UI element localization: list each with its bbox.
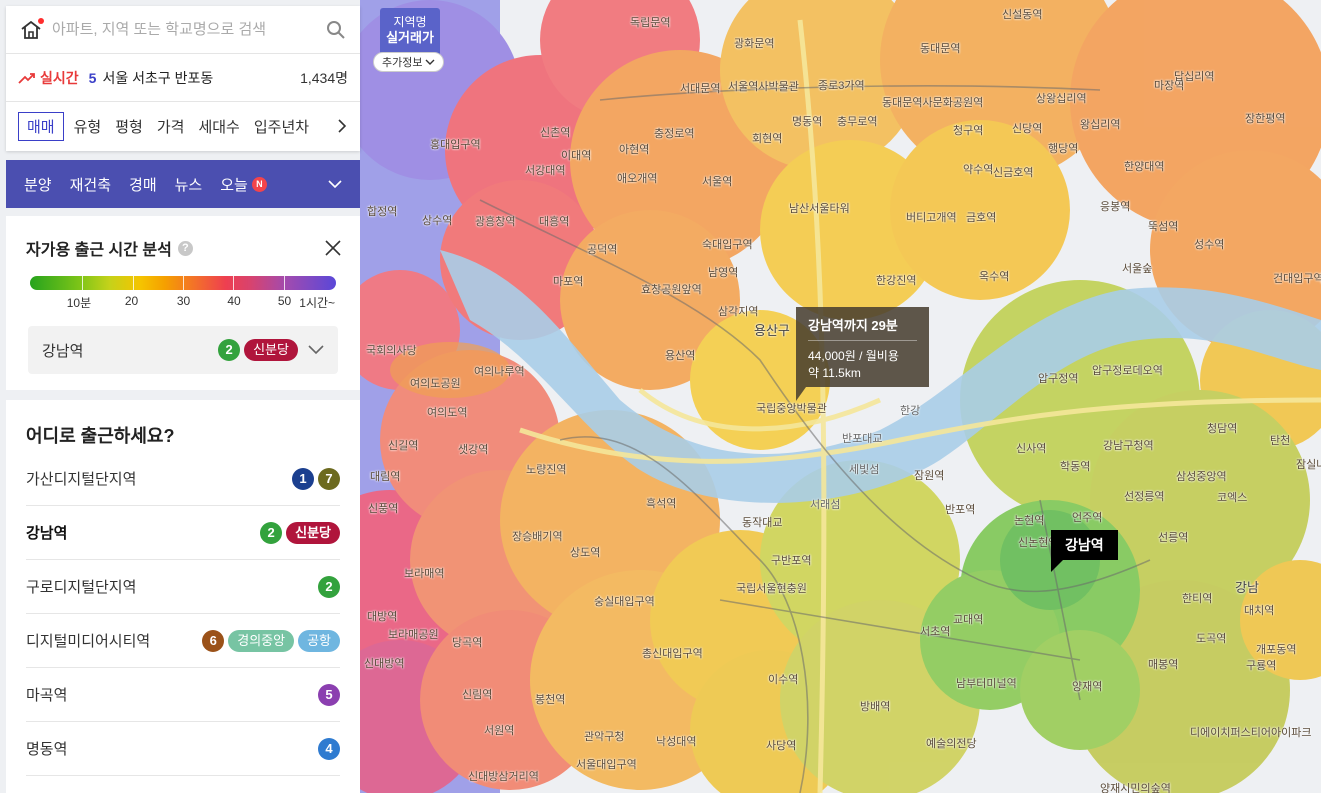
tooltip-distance: 약 11.5km [808,366,861,380]
station-selector[interactable]: 강남역 2 신분당 [28,326,338,374]
nav-today-label: 오늘 [220,176,248,194]
destination-station-marker[interactable]: 강남역 [1051,530,1118,560]
station-marker-pointer [1051,560,1063,572]
filter-households[interactable]: 세대수 [198,116,239,137]
filter-move-in-year[interactable]: 입주년차 [254,116,309,137]
destination-name: 가산디지털단지역 [26,471,137,488]
home-icon[interactable] [20,17,44,41]
scale-label: 10분 [66,296,92,310]
line-tag: 경의중앙 [228,629,295,652]
destination-item[interactable]: 마곡역 5 [26,668,340,722]
realtime-label: 실시간 [40,69,79,86]
destination-item[interactable]: 구로디지털단지역 2 [26,560,340,614]
destination-name: 구로디지털단지역 [26,579,137,596]
price-toggle-line2: 실거래가 [386,30,434,45]
line-badges: 4 [314,737,340,760]
sinbundang-line-tag: 신분당 [244,339,298,361]
search-icon[interactable] [326,20,346,40]
nav-presale[interactable]: 분양 [24,174,52,195]
chevron-down-icon[interactable] [328,179,342,189]
line-badges: 6 경의중앙 공항 [198,629,340,652]
nav-today[interactable]: 오늘 N [220,174,267,195]
destination-item[interactable]: 디지털미디어시티역 6 경의중앙 공항 [26,614,340,668]
destination-panel: 어디로 출근하세요? 가산디지털단지역 1 7 강남역 2 신분당 구로디지털단지역 2 디지털… [6,400,360,793]
line-badge: 7 [318,467,340,490]
category-nav: 분양 재건축 경매 뉴스 오늘 N [6,160,360,208]
line-badges: 5 [314,683,340,706]
commute-time-scale [30,276,336,290]
line-badges: 2 신분당 [256,521,340,544]
tooltip-pointer [796,387,806,401]
filter-type[interactable]: 유형 [74,116,102,137]
line-badges: 17 [288,467,340,490]
destination-name: 디지털미디어시티역 [26,633,151,650]
line-badge: 2 [318,575,340,598]
nav-auction[interactable]: 경매 [129,174,157,195]
notification-dot [38,17,44,24]
realtime-rank: 5 [88,69,97,86]
line-badge: 2 [260,521,283,544]
line-badge: 4 [318,737,340,760]
search-input[interactable] [52,21,326,38]
tooltip-cost: 44,000원 / 월비용 [808,349,899,363]
destination-name: 강남역 [26,525,68,542]
yeouido-island [390,342,510,398]
destination-item[interactable]: 명동역 4 [26,722,340,776]
close-icon[interactable] [324,239,342,257]
price-toggle-line1: 지역명 [393,15,427,29]
line-badge: 5 [318,683,340,706]
realtime-count: 1,434명 [300,69,348,86]
destination-list: 가산디지털단지역 1 7 강남역 2 신분당 구로디지털단지역 2 디지털미디어시티역 6 경의중앙… [26,452,340,776]
scale-labels: 10분 20 30 40 50 1시간~ [30,294,336,310]
extra-info-label: 추가정보 [382,57,423,69]
filter-bar: 매매 유형 평형 가격 세대수 입주년차 [6,102,360,150]
destination-title: 어디로 출근하세요? [26,426,175,446]
scale-label: 20 [124,294,139,308]
line-badges: 2 [314,575,340,598]
scale-label: 40 [227,294,241,308]
search-bar [6,6,360,54]
destination-name: 마곡역 [26,687,68,704]
line-tag: 신분당 [286,521,340,544]
chevron-down-icon [425,59,435,65]
extra-info-dropdown[interactable]: 추가정보 [373,52,445,72]
new-badge: N [251,176,267,192]
destination-name: 명동역 [26,741,68,758]
chevron-down-icon [308,345,324,355]
filter-price[interactable]: 가격 [157,116,185,137]
analysis-title: 자가용 출근 시간 분석 [26,242,172,259]
nav-news[interactable]: 뉴스 [175,174,203,195]
search-panel: 실시간 5 서울 서초구 반포동 1,434명 매매 유형 평형 가격 세대수 … [6,6,360,151]
destination-item[interactable]: 가산디지털단지역 1 7 [26,452,340,506]
realtime-area: 서울 서초구 반포동 [102,69,214,86]
nav-reconstruction[interactable]: 재건축 [70,174,111,195]
scale-label: 1시간~ [299,296,336,310]
scale-label: 50 [277,294,292,308]
chevron-right-icon[interactable] [336,119,348,133]
line-badge: 6 [202,629,225,652]
region-price-toggle[interactable]: 지역명 실거래가 [380,8,440,56]
line-2-badge: 2 [218,339,241,361]
line-badge: 1 [292,467,314,490]
line-tag: 공항 [298,629,340,652]
filter-trade-type[interactable]: 매매 [18,111,64,141]
help-icon[interactable]: ? [177,240,193,256]
commute-tooltip: 강남역까지 29분 44,000원 / 월비용 약 11.5km [796,307,929,387]
trend-up-icon [18,72,35,84]
selected-station-name: 강남역 [42,342,84,360]
scale-label: 30 [176,294,191,308]
commute-analysis-panel: 자가용 출근 시간 분석 ? 10분 20 30 40 50 1시간~ 강남역 … [6,216,360,390]
realtime-ranking[interactable]: 실시간 5 서울 서초구 반포동 1,434명 [6,54,360,102]
destination-item[interactable]: 강남역 2 신분당 [26,506,340,560]
filter-size[interactable]: 평형 [115,116,143,137]
tooltip-title: 강남역까지 29분 [808,315,917,341]
